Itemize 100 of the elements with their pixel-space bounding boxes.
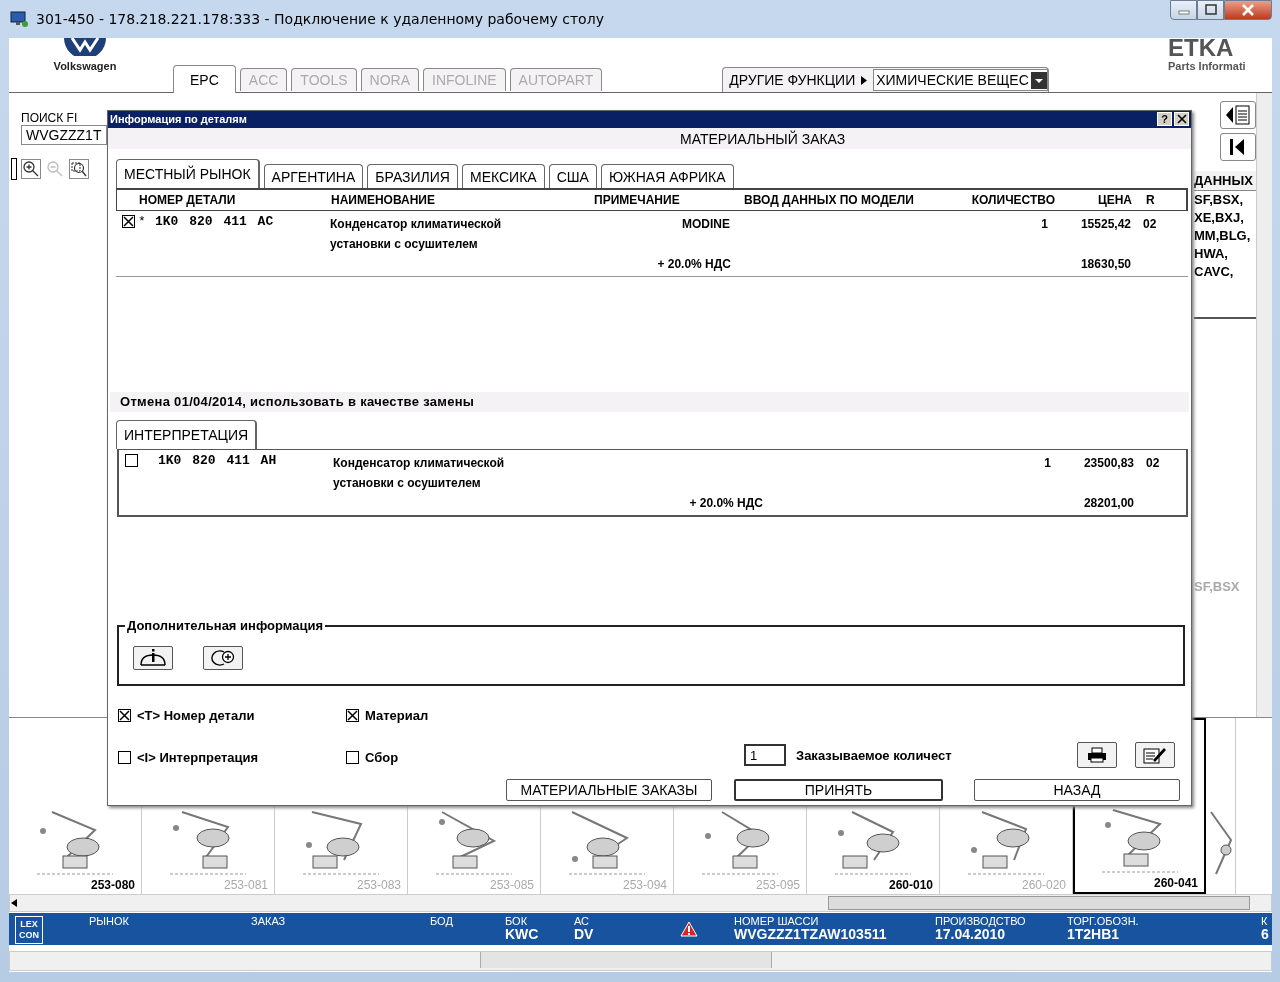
- option-label[interactable]: Материал: [365, 708, 429, 724]
- functions-label[interactable]: ДРУГИЕ ФУНКЦИИ: [729, 72, 856, 88]
- panel-text: XE,BXJ,: [1194, 209, 1245, 227]
- add-button[interactable]: [203, 645, 243, 670]
- part-name: Конденсатор климатической установки с осушителем: [333, 454, 506, 492]
- part-number: 1K0 820 411 AC: [155, 214, 274, 230]
- column-header: ЦЕНА: [1096, 193, 1132, 208]
- option-label[interactable]: <I> Интерпретация: [137, 750, 259, 766]
- column-header: НАИМЕНОВАНИЕ: [331, 193, 436, 208]
- interpretation-tab[interactable]: ИНТЕРПРЕТАЦИЯ: [116, 419, 258, 449]
- status-label: РЫНОК: [89, 915, 129, 928]
- exploded-view-drawing[interactable]: [1099, 808, 1180, 874]
- previous-page-button[interactable]: [1220, 101, 1256, 129]
- functions-dropdown[interactable]: ХИМИЧЕСКИЕ ВЕЩЕС: [873, 69, 1048, 91]
- option-label[interactable]: Сбор: [365, 750, 399, 766]
- exploded-view-drawing[interactable]: [833, 810, 913, 876]
- quantity-label: Заказываемое количест: [796, 747, 952, 763]
- market-tab[interactable]: МЕСТНЫЙ РЫНОК: [116, 159, 260, 189]
- marker-text: *: [138, 214, 147, 230]
- status-label: АС: [574, 915, 591, 928]
- help-button[interactable]: ?: [1157, 112, 1172, 127]
- status-label: ЗАКАЗ: [251, 915, 286, 928]
- panel-text: MM,BLG,: [1194, 227, 1252, 245]
- market-tab[interactable]: США: [548, 164, 597, 189]
- panel-text: CAVC,: [1194, 263, 1235, 281]
- diagram-number: 253-083: [356, 878, 401, 892]
- table-cell-text: 15525,42: [1079, 216, 1131, 234]
- table-cell-text: 02: [1142, 216, 1158, 234]
- exploded-view-drawing[interactable]: [1207, 810, 1234, 876]
- exploded-view-drawing[interactable]: [35, 810, 115, 876]
- info-button[interactable]: [133, 645, 173, 670]
- horizontal-scrollbar[interactable]: [9, 894, 1272, 912]
- table-cell-text: 28201,00: [1082, 494, 1134, 512]
- vat-label: + 20.0% НДС: [656, 256, 732, 274]
- exploded-view-drawing[interactable]: [168, 810, 248, 876]
- computer-icon: [10, 10, 30, 28]
- panel-header: ДАННЫХ: [1194, 171, 1256, 191]
- window-title: 301-450 - 178.218.221.178:333 - Подключение к удаленному рабочему столу: [36, 11, 604, 27]
- maximize-button[interactable]: [1197, 0, 1224, 20]
- option-label[interactable]: <T> Номер детали: [137, 708, 255, 724]
- part-name: Конденсатор климатической установки с осушителем: [330, 216, 503, 254]
- vertical-scrollbar[interactable]: [1256, 93, 1272, 717]
- page-left-icon: [1224, 103, 1252, 127]
- print-button[interactable]: [1077, 742, 1117, 769]
- zoom-area-icon[interactable]: [69, 159, 89, 179]
- market-tab[interactable]: АРГЕНТИНА: [263, 164, 364, 189]
- exploded-view-drawing[interactable]: [567, 810, 647, 876]
- vat-label: + 20.0% НДС: [688, 494, 764, 512]
- first-page-button[interactable]: [1220, 133, 1256, 161]
- exploded-view-drawing[interactable]: [301, 810, 381, 876]
- exploded-view-drawing[interactable]: [966, 810, 1046, 876]
- market-tab[interactable]: ЮЖНАЯ АФРИКА: [600, 164, 734, 189]
- diagram-number: 253-095: [755, 878, 800, 892]
- dialog-button[interactable]: МАТЕРИАЛЬНЫЕ ЗАКАЗЫ: [506, 779, 712, 802]
- arrow-left-icon[interactable]: [10, 898, 18, 908]
- diagram-number: 253-081: [223, 878, 268, 892]
- edit-button[interactable]: [1135, 742, 1175, 769]
- horizontal-scrollbar[interactable]: [9, 951, 1272, 971]
- checkbox[interactable]: [118, 751, 131, 765]
- status-value: 6: [1261, 928, 1269, 941]
- table-cell-text: 1: [1040, 216, 1049, 234]
- checkbox[interactable]: [346, 709, 359, 723]
- checkbox[interactable]: [125, 453, 138, 467]
- maximize-icon: [1203, 4, 1218, 16]
- checkbox[interactable]: [122, 215, 135, 229]
- panel-text: SF,BSX,: [1194, 191, 1245, 209]
- market-tab[interactable]: МЕКСИКА: [462, 164, 545, 189]
- quantity-field[interactable]: 1: [744, 744, 786, 767]
- zoom-in-icon[interactable]: [21, 159, 41, 179]
- column-header: R: [1145, 193, 1156, 208]
- checkbox[interactable]: [118, 709, 131, 723]
- exploded-view-drawing[interactable]: [434, 810, 514, 876]
- minimize-button[interactable]: [1170, 0, 1197, 20]
- printer-icon: [1087, 747, 1107, 764]
- column-header: НОМЕР ДЕТАЛИ: [138, 193, 237, 208]
- exploded-view-drawing[interactable]: [700, 810, 780, 876]
- diagram-number: 253-080: [90, 878, 135, 892]
- checkbox[interactable]: [346, 751, 359, 765]
- dialog-title: Информация по деталям: [110, 113, 247, 126]
- status-label: БОД: [430, 915, 453, 928]
- close-icon: [1240, 3, 1256, 17]
- group-title: Дополнительная информация: [125, 618, 326, 634]
- status-label: БОК: [505, 915, 529, 928]
- status-label: НОМЕР ШАССИ: [734, 915, 820, 928]
- module-tab[interactable]: EPC: [173, 65, 236, 93]
- status-value: WVGZZZ1TZAW103511: [734, 928, 887, 941]
- dialog-button[interactable]: ПРИНЯТЬ: [734, 779, 943, 802]
- status-value: 1T2HB1: [1067, 928, 1121, 941]
- diagram-number: 253-094: [622, 878, 667, 892]
- table-cell-text: 18630,50: [1079, 256, 1131, 274]
- diagram-number: 260-020: [1021, 878, 1066, 892]
- triangle-right-icon: [861, 75, 868, 85]
- dialog-button[interactable]: НАЗАД: [974, 779, 1180, 802]
- table-cell-text: 23500,83: [1082, 454, 1134, 472]
- market-tab[interactable]: БРАЗИЛИЯ: [367, 164, 458, 189]
- functions-menu[interactable]: ДРУГИЕ ФУНКЦИИ ХИМИЧЕСКИЕ ВЕЩЕС: [722, 67, 1049, 92]
- column-header: ПРИМЕЧАНИЕ: [594, 193, 681, 208]
- panel-text: HWA,: [1194, 245, 1229, 263]
- make-label: Volkswagen: [53, 60, 117, 72]
- search-field[interactable]: WVGZZZ1T: [21, 125, 107, 145]
